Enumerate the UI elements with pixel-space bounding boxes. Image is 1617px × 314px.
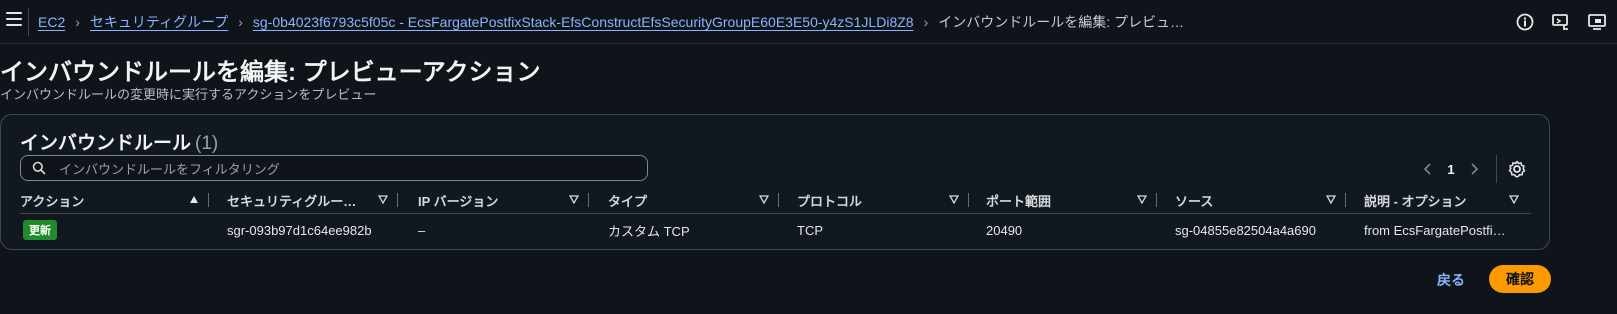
column-separator <box>208 193 209 207</box>
action-cell: 更新 <box>23 215 57 245</box>
column-header-ip-version[interactable]: IP バージョン <box>418 187 589 213</box>
column-header-port-range[interactable]: ポート範囲 <box>986 187 1157 213</box>
filter-input[interactable] <box>57 158 641 180</box>
page-description: インバウンドルールの変更時に実行するアクションをプレビュー <box>0 87 377 102</box>
page-title: インバウンドルールを編集: プレビューアクション <box>0 59 541 86</box>
column-label: IP バージョン <box>418 193 499 209</box>
column-label: タイプ <box>608 193 648 209</box>
panel-title: インバウンドルール (1) <box>20 128 218 155</box>
screen-icon[interactable] <box>1587 12 1607 32</box>
column-separator <box>968 193 969 207</box>
pagination: 1 <box>1417 159 1485 179</box>
chevron-right-icon: › <box>238 14 243 30</box>
breadcrumb-link-ec2[interactable]: EC2 <box>38 14 65 30</box>
chevron-right-icon[interactable] <box>1463 159 1485 179</box>
info-icon[interactable] <box>1515 12 1535 32</box>
top-navigation-bar: EC2 › セキュリティグループ › sg-0b4023f6793c5f05c … <box>0 0 1617 44</box>
breadcrumb-current: インバウンドルールを編集: プレビュ… <box>938 14 1185 30</box>
column-separator <box>397 193 398 207</box>
chevron-right-icon: › <box>923 14 929 30</box>
page-number[interactable]: 1 <box>1439 162 1463 177</box>
column-label: 説明 - オプション <box>1364 193 1467 209</box>
panel-title-text: インバウンドルール <box>20 133 192 154</box>
column-separator <box>778 193 779 207</box>
confirm-button[interactable]: 確認 <box>1489 265 1551 293</box>
sort-desc-icon <box>1326 195 1336 204</box>
sort-desc-icon <box>1509 195 1519 204</box>
column-label: アクション <box>20 193 85 209</box>
chevron-left-icon[interactable] <box>1417 159 1439 179</box>
column-separator <box>588 193 589 207</box>
sort-desc-icon <box>569 195 579 204</box>
column-label: セキュリティグルー… <box>227 193 357 209</box>
column-separator <box>1345 193 1346 207</box>
rule-count: (1) <box>195 133 219 154</box>
divider <box>28 8 29 36</box>
divider <box>1496 155 1497 183</box>
column-header-description[interactable]: 説明 - オプション <box>1364 187 1519 213</box>
port-range-cell: 20490 <box>986 222 1023 238</box>
sg-rule-id-cell: sgr-093b97d1c64ee982b <box>227 222 372 238</box>
ip-version-cell: – <box>418 222 426 238</box>
inbound-rules-panel: インバウンドルール(1) 1 アクション セキュリティグルー… IP バージョン <box>0 114 1550 250</box>
chevron-right-icon: › <box>75 14 80 30</box>
column-header-source[interactable]: ソース <box>1175 187 1346 213</box>
description-cell: from EcsFargatePostfi… <box>1364 222 1506 238</box>
type-cell: カスタム TCP <box>608 223 690 239</box>
table-row: 更新 sgr-093b97d1c64ee982b – カスタム TCP TCP … <box>20 215 1531 245</box>
sort-desc-icon <box>1137 195 1147 204</box>
back-button[interactable]: 戻る <box>1437 270 1465 290</box>
column-header-sg-rule[interactable]: セキュリティグルー… <box>227 187 398 213</box>
breadcrumb-link-security-group[interactable]: sg-0b4023f6793c5f05c - EcsFargatePostfix… <box>253 14 914 30</box>
search-icon <box>32 161 46 175</box>
column-header-type[interactable]: タイプ <box>608 187 779 213</box>
filter-field[interactable] <box>20 155 648 181</box>
breadcrumb-link-security-groups[interactable]: セキュリティグループ <box>90 12 228 32</box>
menu-icon[interactable] <box>6 12 22 26</box>
table-header: アクション セキュリティグルー… IP バージョン タイプ プロトコル ポート範… <box>20 187 1531 214</box>
column-header-action[interactable]: アクション <box>20 187 209 213</box>
settings-icon[interactable] <box>1507 159 1527 179</box>
protocol-cell: TCP <box>797 222 823 238</box>
column-separator <box>1156 193 1157 207</box>
feedback-icon[interactable] <box>1551 12 1571 32</box>
source-cell: sg-04855e82504a4a690 <box>1175 222 1316 238</box>
column-label: ソース <box>1175 193 1214 209</box>
status-badge: 更新 <box>23 220 57 240</box>
column-label: ポート範囲 <box>986 193 1052 209</box>
sort-desc-icon <box>378 195 388 204</box>
breadcrumb: EC2 › セキュリティグループ › sg-0b4023f6793c5f05c … <box>38 0 1184 44</box>
sort-asc-icon <box>190 196 198 203</box>
column-label: プロトコル <box>797 193 863 209</box>
sort-desc-icon <box>759 195 769 204</box>
sort-desc-icon <box>949 195 959 204</box>
column-header-protocol[interactable]: プロトコル <box>797 187 969 213</box>
